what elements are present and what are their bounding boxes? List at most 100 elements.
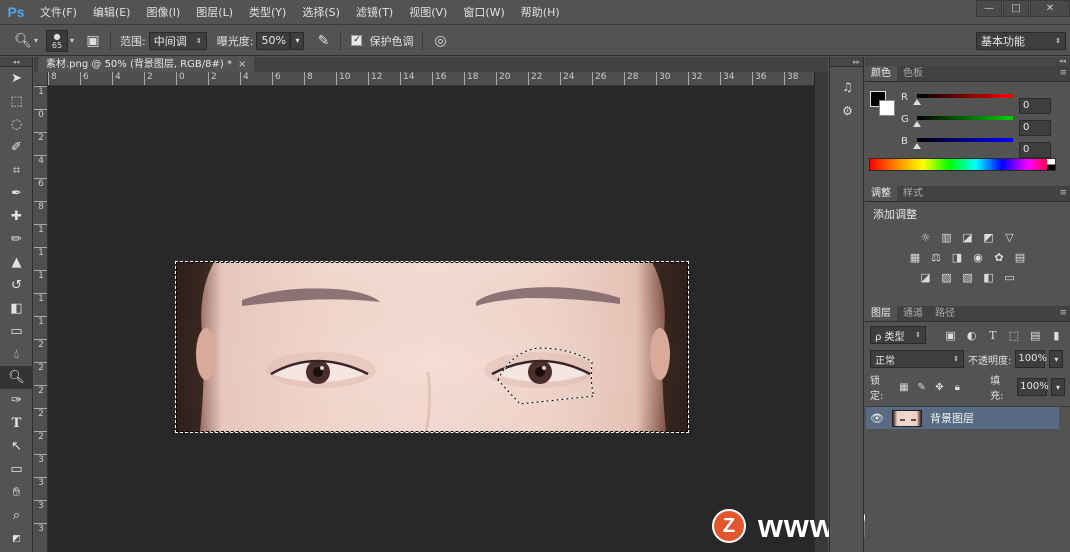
horizontal-ruler[interactable]: 8 6 4 2 0 2 4 6 8 10 12 14 16 18 20 22 24 26 28 30 32 34 36 38 (48, 72, 814, 86)
vertical-scrollbar[interactable] (814, 72, 828, 552)
pressure-size-icon[interactable]: ◎ (429, 30, 451, 52)
menu-filter[interactable]: 滤镜(T) (348, 0, 401, 25)
red-slider[interactable]: R 0 (901, 92, 1051, 114)
tab-styles[interactable]: 样式 (897, 186, 929, 201)
blue-bar[interactable] (917, 138, 1013, 142)
pen-tool-icon[interactable]: ✑ (0, 389, 33, 412)
menu-image[interactable]: 图像(I) (138, 0, 188, 25)
lock-pixels-icon[interactable]: ✎ (915, 380, 929, 394)
clone-stamp-tool-icon[interactable]: ▲ (0, 251, 33, 274)
opacity-input[interactable]: 100% (1015, 350, 1047, 368)
layer-row-background[interactable]: 👁︎ 背景图层 (866, 407, 1059, 429)
properties-panel-icon[interactable]: ⚙ (830, 99, 865, 123)
fill-dropdown-icon[interactable]: ▾ (1051, 378, 1065, 396)
filter-type-icon[interactable]: T (984, 327, 1001, 343)
red-bar[interactable] (917, 94, 1013, 98)
levels-icon[interactable]: ▥ (939, 230, 955, 244)
panel-collapse-grip[interactable]: ▸▸ (830, 57, 863, 67)
tab-layers[interactable]: 图层 (865, 306, 897, 321)
blue-value[interactable]: 0 (1019, 142, 1051, 158)
lock-all-icon[interactable]: 🔒︎ (950, 380, 964, 394)
brush-panel-icon[interactable]: ▣ (82, 30, 104, 52)
photo-filter-icon[interactable]: ◉ (970, 250, 986, 264)
tab-paths[interactable]: 路径 (929, 306, 961, 321)
blue-slider[interactable]: B 0 (901, 136, 1051, 158)
ruler-corner[interactable] (34, 72, 48, 86)
red-value[interactable]: 0 (1019, 98, 1051, 114)
close-button[interactable]: ✕ (1030, 0, 1070, 17)
protect-tone-checkbox[interactable]: ✓ (351, 35, 363, 46)
quick-select-tool-icon[interactable]: ✐ (0, 136, 33, 159)
tab-swatches[interactable]: 色板 (897, 66, 929, 81)
gradient-tool-icon[interactable]: ▭ (0, 320, 33, 343)
brightness-icon[interactable]: ☼ (918, 230, 934, 244)
filter-adjustment-icon[interactable]: ◐ (963, 327, 980, 343)
panel-grip[interactable]: ◂◂ (865, 57, 1070, 66)
exposure-icon[interactable]: ◩ (981, 230, 997, 244)
history-brush-tool-icon[interactable]: ↺ (0, 274, 33, 297)
gradient-map-icon[interactable]: ▭ (1002, 270, 1018, 284)
zoom-tool-icon[interactable]: ⌕ (0, 504, 33, 527)
menu-window[interactable]: 窗口(W) (455, 0, 512, 25)
panel-menu-icon[interactable]: ≡ (1059, 308, 1067, 318)
filter-toggle-icon[interactable]: ▮ (1048, 327, 1065, 343)
tab-channels[interactable]: 通道 (897, 306, 929, 321)
visibility-eye-icon[interactable]: 👁︎ (866, 412, 888, 425)
menu-select[interactable]: 选择(S) (294, 0, 348, 25)
invert-icon[interactable]: ◪ (918, 270, 934, 284)
minimize-button[interactable]: — (976, 0, 1002, 17)
history-panel-icon[interactable]: ♫ (830, 75, 865, 99)
path-select-tool-icon[interactable]: ↖ (0, 435, 33, 458)
canvas-image[interactable] (176, 262, 688, 432)
black-white-icon[interactable]: ◨ (949, 250, 965, 264)
filter-shape-icon[interactable]: ⬚ (1005, 327, 1022, 343)
tab-adjustments[interactable]: 调整 (865, 186, 897, 201)
filter-smart-icon[interactable]: ▤ (1027, 327, 1044, 343)
eyedropper-tool-icon[interactable]: ✒ (0, 182, 33, 205)
close-tab-icon[interactable]: × (238, 59, 246, 70)
menu-edit[interactable]: 编辑(E) (85, 0, 139, 25)
selective-color-icon[interactable]: ◧ (981, 270, 997, 284)
brush-size-picker[interactable]: ● 65 (46, 29, 69, 52)
toolbox-grip[interactable]: ◂◂ (0, 57, 32, 67)
hue-saturation-icon[interactable]: ▦ (907, 250, 923, 264)
red-thumb[interactable] (913, 99, 921, 105)
range-select[interactable]: 中间调 ⇕ (148, 31, 207, 50)
blur-tool-icon[interactable]: 💧︎ (0, 343, 33, 366)
filter-pixel-icon[interactable]: ▣ (942, 327, 959, 343)
document-tab[interactable]: 素材.png @ 50% (背景图层, RGB/8#) * × (38, 57, 255, 72)
green-slider[interactable]: G 0 (901, 114, 1051, 136)
vibrance-icon[interactable]: ▽ (1002, 230, 1018, 244)
airbrush-icon[interactable]: ✎ (312, 30, 334, 52)
green-value[interactable]: 0 (1019, 120, 1051, 136)
menu-file[interactable]: 文件(F) (32, 0, 85, 25)
menu-layer[interactable]: 图层(L) (188, 0, 241, 25)
menu-type[interactable]: 类型(Y) (241, 0, 294, 25)
fg-bg-swatch-icon[interactable]: ◩ (0, 527, 33, 550)
workspace-select[interactable]: 基本功能 ⇕ (976, 31, 1066, 50)
tab-color[interactable]: 颜色 (865, 66, 897, 81)
dodge-tool-preset-icon[interactable]: 🔍︎ (12, 30, 34, 52)
blue-thumb[interactable] (913, 143, 921, 149)
brush-tool-icon[interactable]: ✏ (0, 228, 33, 251)
type-tool-icon[interactable]: T (0, 412, 33, 435)
panel-menu-icon[interactable]: ≡ (1059, 68, 1067, 78)
posterize-icon[interactable]: ▨ (939, 270, 955, 284)
dodge-tool-icon[interactable]: 🔍︎ (0, 366, 33, 389)
menu-help[interactable]: 帮助(H) (513, 0, 568, 25)
panel-menu-icon[interactable]: ≡ (1059, 188, 1067, 198)
green-bar[interactable] (917, 116, 1013, 120)
maximize-button[interactable]: □ (1003, 0, 1029, 17)
menu-view[interactable]: 视图(V) (401, 0, 455, 25)
lock-transparent-icon[interactable]: ▦ (897, 380, 911, 394)
marquee-tool-icon[interactable]: ⬚ (0, 90, 33, 113)
exposure-input[interactable]: 50% (256, 31, 291, 50)
threshold-icon[interactable]: ▧ (960, 270, 976, 284)
color-spectrum[interactable] (869, 158, 1056, 171)
exposure-dropdown-icon[interactable]: ▾ (290, 31, 305, 50)
hand-tool-icon[interactable]: ✋︎ (0, 481, 33, 504)
background-color-swatch[interactable] (879, 100, 895, 116)
move-tool-icon[interactable]: ➤ (0, 67, 33, 90)
healing-brush-tool-icon[interactable]: ✚ (0, 205, 33, 228)
opacity-dropdown-icon[interactable]: ▾ (1049, 350, 1064, 368)
